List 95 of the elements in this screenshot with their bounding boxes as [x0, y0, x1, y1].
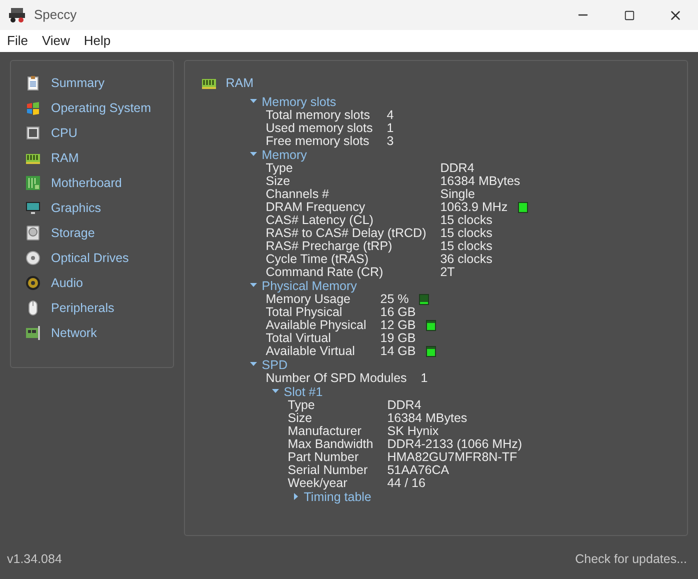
menu-item[interactable]: View: [42, 31, 70, 51]
property-label: Number Of SPD Modules: [266, 372, 407, 385]
property-value: HMA82GU7MFR8N-TF: [387, 450, 518, 464]
level-indicator: [426, 320, 436, 331]
property-label: Max Bandwidth: [288, 438, 374, 451]
section-header[interactable]: Memory: [250, 148, 307, 162]
version-label: v1.34.084: [7, 550, 62, 568]
property-label: Command Rate (CR): [266, 266, 384, 279]
property-label: Type: [288, 398, 316, 412]
check-updates-link[interactable]: Check for updates...: [575, 550, 687, 568]
collapse-arrow-icon: [272, 389, 279, 394]
property-value: 25 %: [380, 292, 409, 306]
maximize-icon: [624, 10, 634, 20]
property-label: Available Virtual: [266, 344, 356, 358]
property-value: 4: [386, 108, 394, 122]
section-header[interactable]: Slot #1: [272, 384, 323, 399]
property-value: DDR4: [387, 398, 422, 412]
sidebar-item[interactable]: Graphics: [25, 198, 173, 218]
property-value: 2T: [440, 266, 455, 279]
collapse-arrow-icon: [250, 152, 257, 158]
property-value: 1: [386, 122, 394, 135]
property-label: Week/year: [288, 476, 348, 490]
property-value: 15 clocks: [440, 240, 492, 253]
property-value: Single: [440, 188, 475, 201]
section-header[interactable]: Physical Memory: [250, 278, 357, 293]
sidebar-item[interactable]: Peripherals: [25, 298, 173, 318]
menu-item[interactable]: File: [7, 31, 28, 51]
property-label: Serial Number: [288, 464, 369, 477]
sidebar-item[interactable]: Summary: [25, 73, 173, 93]
property-label: Size: [288, 412, 312, 425]
property-value: 51AA76CA: [387, 464, 450, 477]
property-value: DDR4-2133 (1066 MHz): [387, 438, 522, 451]
sidebar-item[interactable]: Network: [25, 323, 173, 343]
property-value: 14 GB: [380, 344, 416, 358]
property-value: 16384 MBytes: [440, 174, 520, 188]
property-value: SK Hynix: [387, 424, 439, 438]
property-value: 15 clocks: [440, 214, 492, 227]
property-label: Part Number: [288, 450, 360, 464]
property-label: Cycle Time (tRAS): [266, 252, 369, 266]
collapse-arrow-icon: [250, 283, 257, 288]
circuit-board-icon: [25, 175, 41, 191]
property-label: DRAM Frequency: [266, 200, 366, 214]
property-value: 36 clocks: [440, 252, 492, 266]
property-label: CAS# Latency (CL): [266, 214, 374, 227]
property-value: 1063.9 MHz: [440, 200, 508, 214]
property-label: Manufacturer: [288, 424, 362, 438]
speaker-icon: [25, 275, 41, 291]
property-label: Type: [266, 162, 293, 175]
section-header[interactable]: SPD: [250, 358, 288, 372]
property-label: Free memory slots: [266, 134, 370, 148]
property-label: RAS# to CAS# Delay (tRCD): [266, 226, 426, 240]
property-value: 16384 MBytes: [387, 412, 468, 425]
monitor-icon: [25, 200, 41, 216]
collapse-arrow-icon: [250, 362, 257, 368]
collapse-arrow-icon: [250, 99, 257, 104]
property-label: Channels #: [266, 188, 330, 201]
page-heading: RAM: [226, 75, 254, 92]
sidebar-item[interactable]: RAM: [25, 148, 173, 168]
property-label: Total memory slots: [266, 108, 371, 122]
window-title: Speccy: [34, 6, 77, 24]
property-value: 15 clocks: [440, 226, 492, 240]
sidebar-item[interactable]: Storage: [25, 223, 173, 243]
level-indicator: [426, 346, 436, 357]
level-indicator: [518, 202, 528, 213]
property-value: 1: [420, 372, 428, 385]
property-value: 12 GB: [380, 318, 416, 332]
property-value: DDR4: [440, 162, 474, 175]
property-label: Available Physical: [266, 318, 366, 332]
sidebar-item[interactable]: Optical Drives: [25, 248, 173, 268]
menu-item[interactable]: Help: [84, 31, 111, 51]
windows-flag-icon: [25, 100, 41, 116]
property-value: 16 GB: [380, 306, 416, 319]
property-value: 19 GB: [380, 332, 416, 345]
property-label: Used memory slots: [266, 122, 373, 135]
section-header[interactable]: Timing table: [294, 490, 372, 504]
property-label: Size: [266, 174, 290, 188]
sidebar-item[interactable]: CPU: [25, 123, 173, 143]
sidebar-item[interactable]: Audio: [25, 273, 173, 293]
app-logo-icon: [8, 7, 26, 23]
sidebar-item[interactable]: Operating System: [25, 98, 173, 118]
disc-icon: [25, 250, 41, 266]
chip-icon: [25, 125, 41, 141]
property-label: Memory Usage: [266, 292, 351, 306]
sidebar-item[interactable]: Motherboard: [25, 173, 173, 193]
hard-drive-icon: [25, 225, 41, 241]
property-value: 44 / 16: [387, 476, 426, 490]
property-label: Total Physical: [266, 306, 342, 319]
property-value: 3: [386, 134, 394, 148]
section-header[interactable]: Memory slots: [250, 94, 336, 109]
property-label: RAS# Precharge (tRP): [266, 240, 392, 253]
expand-arrow-icon: [294, 493, 299, 500]
property-label: Total Virtual: [266, 332, 331, 345]
network-card-icon: [25, 325, 41, 341]
level-indicator: [418, 294, 429, 305]
clipboard-icon: [25, 75, 41, 91]
